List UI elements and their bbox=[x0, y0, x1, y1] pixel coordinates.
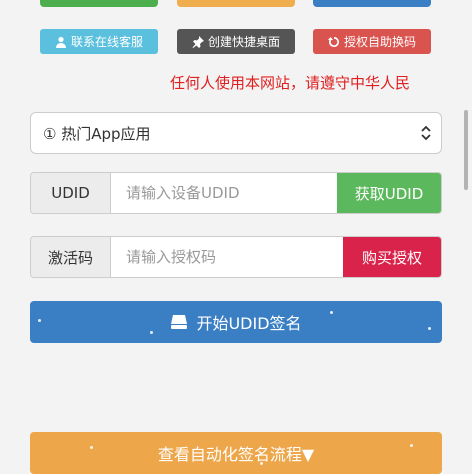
top-orange-button-edge[interactable] bbox=[177, 0, 295, 7]
top-blue-button-edge[interactable] bbox=[313, 0, 431, 7]
activation-code-input[interactable] bbox=[111, 237, 343, 277]
start-signing-label: 开始UDID签名 bbox=[196, 314, 302, 333]
pin-icon bbox=[192, 35, 204, 48]
activation-label: 激活码 bbox=[31, 237, 111, 277]
contact-support-button[interactable]: 联系在线客服 bbox=[40, 29, 158, 54]
sparkle bbox=[150, 331, 153, 334]
app-select[interactable]: ① 热门App应用 bbox=[30, 112, 442, 154]
scrollbar[interactable] bbox=[464, 110, 468, 190]
app-select-value: ① 热门App应用 bbox=[43, 124, 151, 143]
notice-text: 任何人使用本网站，请遵守中华人民 bbox=[170, 74, 411, 92]
exchange-code-button[interactable]: 授权自助换码 bbox=[313, 29, 431, 54]
top-green-button-edge[interactable] bbox=[40, 0, 158, 7]
create-shortcut-label: 创建快捷桌面 bbox=[207, 35, 280, 49]
refresh-icon bbox=[327, 36, 339, 47]
chevron-updown-icon bbox=[421, 125, 431, 141]
start-signing-button[interactable]: 开始UDID签名 bbox=[30, 301, 442, 343]
view-signing-flow-label: 查看自动化签名流程▼ bbox=[157, 445, 315, 464]
activation-input-group: 激活码 购买授权 bbox=[30, 236, 442, 278]
create-shortcut-button[interactable]: 创建快捷桌面 bbox=[177, 29, 295, 54]
sparkle bbox=[90, 446, 93, 449]
udid-label: UDID bbox=[31, 173, 111, 213]
sparkle bbox=[330, 311, 333, 314]
exchange-code-label: 授权自助换码 bbox=[343, 35, 416, 49]
user-icon bbox=[55, 36, 66, 48]
buy-license-button[interactable]: 购买授权 bbox=[343, 237, 441, 277]
contact-support-label: 联系在线客服 bbox=[70, 35, 143, 49]
udid-input[interactable] bbox=[111, 173, 337, 213]
sparkle bbox=[428, 327, 431, 330]
view-signing-flow-button[interactable]: 查看自动化签名流程▼ bbox=[30, 432, 442, 474]
sparkle bbox=[410, 444, 413, 447]
get-udid-button[interactable]: 获取UDID bbox=[337, 173, 441, 213]
udid-input-group: UDID 获取UDID bbox=[30, 172, 442, 214]
sparkle bbox=[260, 462, 263, 465]
sparkle bbox=[38, 319, 41, 322]
drive-icon bbox=[171, 315, 188, 329]
